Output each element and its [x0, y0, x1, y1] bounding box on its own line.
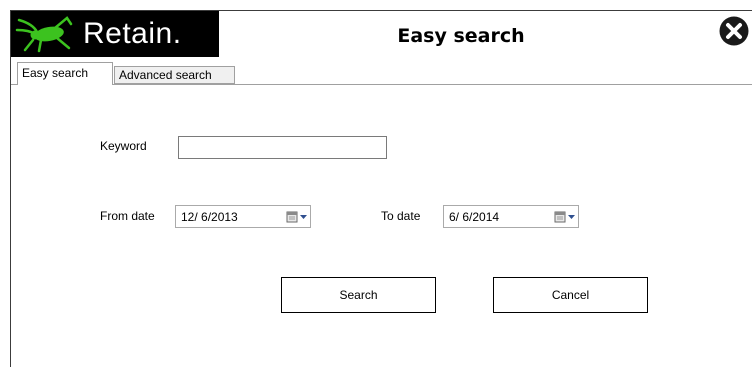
to-date-value: 6/ 6/2014	[449, 209, 500, 224]
cricket-icon	[11, 11, 77, 57]
close-circle-icon	[719, 16, 749, 46]
tab-strip: Easy search Advanced search	[11, 62, 752, 85]
calendar-dropdown-icon[interactable]	[552, 206, 578, 227]
keyword-label: Keyword	[100, 139, 147, 153]
retain-logo: Retain.	[11, 11, 219, 57]
keyword-input[interactable]	[178, 136, 387, 159]
calendar-dropdown-icon[interactable]	[284, 206, 310, 227]
search-dialog: Retain. Easy search Easy search Advanced…	[10, 10, 752, 367]
cancel-button[interactable]: Cancel	[493, 277, 648, 313]
search-button[interactable]: Search	[281, 277, 436, 313]
brand-name: Retain.	[83, 17, 182, 50]
tab-advanced-search[interactable]: Advanced search	[114, 66, 235, 84]
tab-easy-search[interactable]: Easy search	[17, 62, 113, 85]
from-date-label: From date	[100, 209, 155, 223]
to-date-label: To date	[381, 209, 421, 223]
close-button[interactable]	[718, 15, 750, 47]
to-date-picker[interactable]: 6/ 6/2014	[443, 205, 579, 228]
from-date-picker[interactable]: 12/ 6/2013	[175, 205, 311, 228]
tab-panel	[11, 84, 752, 367]
from-date-value: 12/ 6/2013	[181, 209, 238, 224]
window-title: Easy search	[397, 25, 525, 47]
